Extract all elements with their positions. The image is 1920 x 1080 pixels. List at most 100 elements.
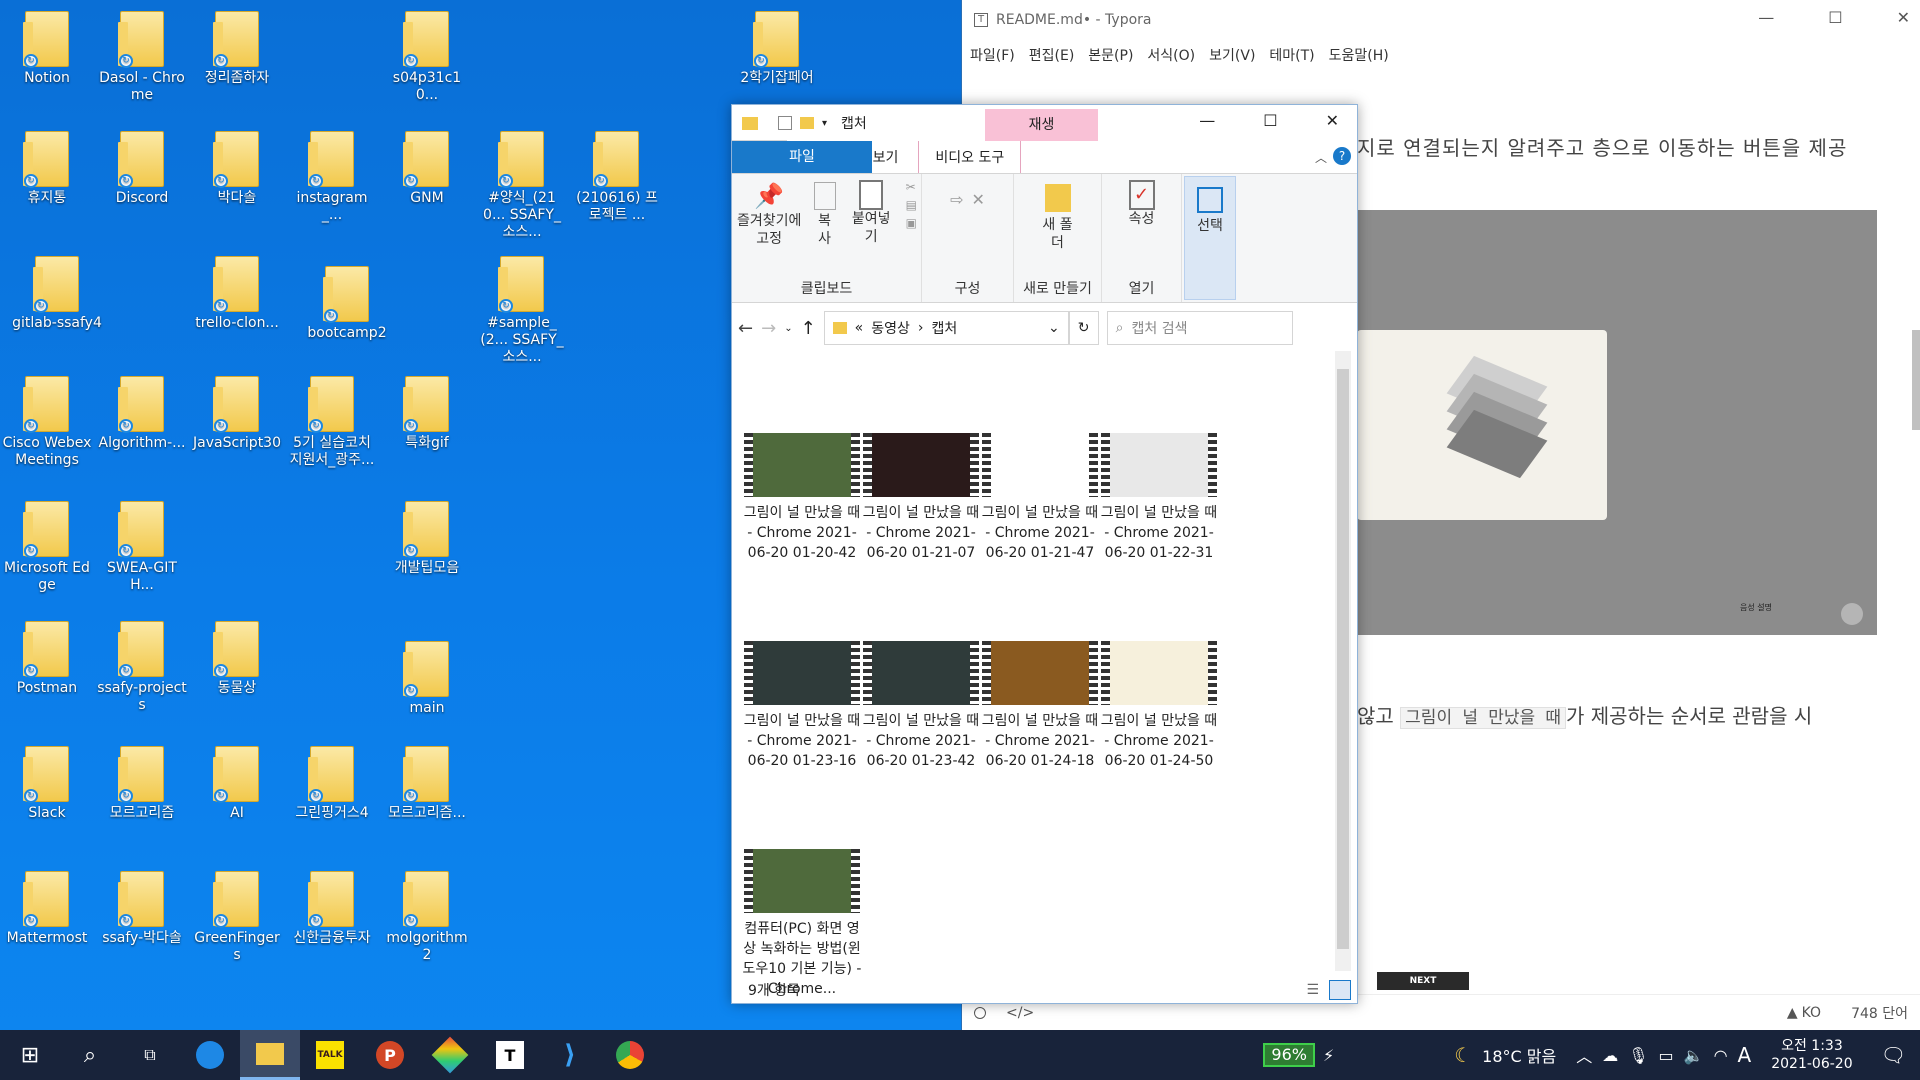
delete-icon[interactable]: ✕ xyxy=(972,190,985,209)
desktop-icon[interactable]: ↻ 2학기잡페어 xyxy=(732,10,822,87)
new-folder-button[interactable]: 새 폴더 xyxy=(1038,180,1078,252)
desktop-icon[interactable]: ↻ Mattermost xyxy=(2,870,92,947)
wifi-icon[interactable]: ◠ xyxy=(1714,1046,1728,1065)
chevron-down-icon[interactable]: ▾ xyxy=(822,118,827,129)
next-button[interactable]: NEXT xyxy=(1377,972,1469,990)
search-button[interactable]: ⌕ xyxy=(60,1030,120,1080)
desktop-icon[interactable]: ↻ main xyxy=(382,640,472,717)
copy-path-icon[interactable]: ▤ xyxy=(906,198,917,212)
file-item[interactable]: 그림이 널 만났을 때 - Chrome 2021-06-20 01-22-31 xyxy=(1099,433,1219,563)
tab-file[interactable]: 파일 xyxy=(732,141,872,173)
desktop-icon[interactable]: ↻ 특화gif xyxy=(382,375,472,452)
collapse-ribbon-icon[interactable]: ︿ xyxy=(1315,149,1327,166)
desktop-icon[interactable]: ↻ 박다솔 xyxy=(192,130,282,207)
notification-icon[interactable]: 🗨 xyxy=(1881,1043,1906,1067)
paste-shortcut-icon[interactable]: ▣ xyxy=(906,216,917,230)
taskbar-kakaotalk[interactable]: TALK xyxy=(300,1030,360,1080)
desktop-icon[interactable]: ↻ molgorithm2 xyxy=(382,870,472,964)
refresh-icon[interactable]: ↻ xyxy=(1068,311,1099,345)
details-view-icon[interactable]: ☰ xyxy=(1306,982,1319,998)
pin-to-quick-access-button[interactable]: 📌 즐겨찾기에 고정 xyxy=(736,180,802,248)
desktop-icon[interactable]: ↻ gitlab-ssafy4 xyxy=(12,255,102,332)
desktop-icon[interactable]: ↻ 그린핑거스4 xyxy=(287,745,377,822)
menu-item[interactable]: 파일(F) xyxy=(970,45,1015,65)
taskbar-vscode[interactable]: ⟩ xyxy=(540,1030,600,1080)
word-count[interactable]: 748 단어 xyxy=(1851,1003,1908,1023)
close-icon[interactable]: ✕ xyxy=(1326,111,1339,130)
up-arrow-icon[interactable]: ↑ xyxy=(801,318,816,339)
cloud-icon[interactable]: ☁ xyxy=(1602,1046,1618,1065)
desktop-icon[interactable]: ↻ Postman xyxy=(2,620,92,697)
file-item[interactable]: 그림이 널 만났을 때 - Chrome 2021-06-20 01-24-50 xyxy=(1099,641,1219,771)
menu-item[interactable]: 테마(T) xyxy=(1269,45,1314,65)
weather[interactable]: 18°C 맑음 xyxy=(1482,1043,1556,1067)
desktop-icon[interactable]: ↻ GNM xyxy=(382,130,472,207)
menu-item[interactable]: 본문(P) xyxy=(1088,45,1133,65)
desktop-icon[interactable]: ↻ ssafy-박다솔 xyxy=(97,870,187,947)
new-folder-quick-icon[interactable] xyxy=(800,117,814,129)
desktop-icon[interactable]: ↻ #sample_(2... SSAFY_소스... xyxy=(477,255,567,366)
desktop-icon[interactable]: ↻ instagram_... xyxy=(287,130,377,224)
tab-video-tools[interactable]: 비디오 도구 xyxy=(918,141,1022,173)
menu-item[interactable]: 도움말(H) xyxy=(1329,45,1389,65)
copy-button[interactable]: 복사 xyxy=(812,180,836,248)
paste-button[interactable]: 붙여넣기 xyxy=(847,180,896,246)
file-item[interactable]: 그림이 널 만났을 때 - Chrome 2021-06-20 01-23-16 xyxy=(742,641,862,771)
taskbar-chrome[interactable] xyxy=(600,1030,660,1080)
desktop-icon[interactable]: ↻ trello-clon... xyxy=(192,255,282,332)
taskbar-mattermost[interactable] xyxy=(180,1030,240,1080)
desktop-icon[interactable]: ↻ Slack xyxy=(2,745,92,822)
desktop-icon[interactable]: ↻ 정리좀하자 xyxy=(192,10,282,87)
battery-icon[interactable]: ▭ xyxy=(1659,1046,1674,1065)
chevron-up-icon[interactable]: ︿ xyxy=(1576,1043,1592,1067)
menu-item[interactable]: 서식(O) xyxy=(1147,45,1195,65)
start-button[interactable]: ⊞ xyxy=(0,1030,60,1080)
desktop-icon[interactable]: ↻ (210616) 프로젝트 ... xyxy=(572,130,662,224)
ime-indicator[interactable]: A xyxy=(1738,1043,1752,1067)
breadcrumb-videos[interactable]: 동영상 xyxy=(871,318,910,338)
desktop-icon[interactable]: ↻ AI xyxy=(192,745,282,822)
volume-icon[interactable]: 🔈 xyxy=(1684,1046,1704,1065)
desktop-icon[interactable]: ↻ bootcamp2 xyxy=(302,265,392,342)
desktop-icon[interactable]: ↻ 동물상 xyxy=(192,620,282,697)
desktop-icon[interactable]: ↻ s04p31c10... xyxy=(382,10,472,104)
taskbar-file-explorer[interactable] xyxy=(240,1030,300,1080)
desktop-icon[interactable]: ↻ 개발팁모음 xyxy=(382,500,472,577)
desktop-icon[interactable]: ↻ JavaScript30 xyxy=(192,375,282,452)
taskbar-typora[interactable]: T xyxy=(480,1030,540,1080)
forward-arrow-icon[interactable]: → xyxy=(761,318,776,339)
scroll-thumb[interactable] xyxy=(1337,369,1349,949)
desktop-icon[interactable]: ↻ 휴지통 xyxy=(2,130,92,207)
typora-scrollbar[interactable] xyxy=(1912,330,1920,430)
microphone-icon[interactable]: 🎙 xyxy=(1628,1046,1648,1065)
desktop-icon[interactable]: ↻ Algorithm-... xyxy=(97,375,187,452)
desktop-icon[interactable]: ↻ 신한금융투자 xyxy=(287,870,377,947)
recent-locations-icon[interactable]: ⌄ xyxy=(784,323,792,334)
desktop-icon[interactable]: ↻ Microsoft Edge xyxy=(2,500,92,594)
minimize-icon[interactable]: — xyxy=(1199,111,1215,130)
desktop-icon[interactable]: ↻ Discord xyxy=(97,130,187,207)
taskbar-powerpoint[interactable]: P xyxy=(360,1030,420,1080)
properties-quick-icon[interactable] xyxy=(778,116,792,130)
desktop-icon[interactable]: ↻ 5기 실습코치 지원서_광주... xyxy=(287,375,377,469)
move-to-icon[interactable]: ⇨ xyxy=(950,190,963,209)
minimize-icon[interactable]: — xyxy=(1758,8,1774,27)
desktop-icon[interactable]: ↻ 모르고리즘 xyxy=(97,745,187,822)
task-view-button[interactable]: ⧉ xyxy=(120,1030,180,1080)
desktop-icon[interactable]: ↻ ssafy-projects xyxy=(97,620,187,714)
maximize-icon[interactable]: ☐ xyxy=(1828,8,1842,27)
close-icon[interactable]: ✕ xyxy=(1897,8,1910,27)
desktop-icon[interactable]: ↻ Dasol - Chrome xyxy=(97,10,187,104)
battery-indicator[interactable]: 96% xyxy=(1263,1043,1315,1067)
desktop-icon[interactable]: ↻ SWEA-GITH... xyxy=(97,500,187,594)
outline-toggle-icon[interactable] xyxy=(974,1006,986,1019)
desktop-icon[interactable]: ↻ GreenFingers xyxy=(192,870,282,964)
breadcrumb-capture[interactable]: 캡처 xyxy=(932,318,958,338)
source-code-mode-icon[interactable]: </> xyxy=(1006,1005,1034,1021)
maximize-icon[interactable]: ☐ xyxy=(1263,111,1277,130)
desktop-icon[interactable]: ↻ Notion xyxy=(2,10,92,87)
file-item[interactable]: 그림이 널 만났을 때 - Chrome 2021-06-20 01-20-42 xyxy=(742,433,862,563)
large-icons-view-icon[interactable] xyxy=(1329,980,1351,1000)
select-button[interactable]: 선택 xyxy=(1197,183,1223,235)
file-item[interactable]: 그림이 널 만났을 때 - Chrome 2021-06-20 01-24-18 xyxy=(980,641,1100,771)
